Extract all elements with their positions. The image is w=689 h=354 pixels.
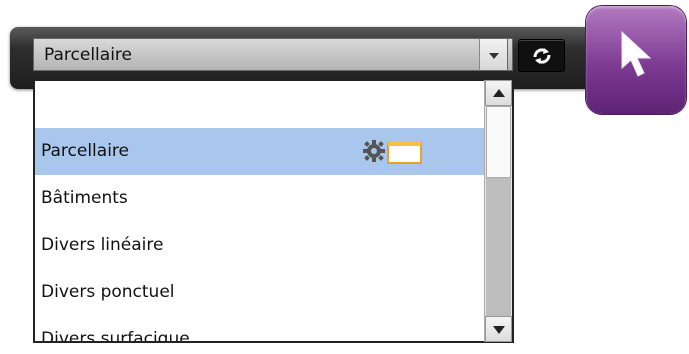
list-item-label: Divers linéaire: [41, 235, 164, 255]
list-item-label: Divers surfacique: [41, 329, 190, 343]
list-item-divers-surfacique[interactable]: Divers surfacique: [35, 316, 512, 343]
layer-action-button[interactable]: [518, 39, 565, 72]
folder-icon[interactable]: [387, 140, 423, 164]
list-item-divers-lineaire[interactable]: Divers linéaire: [35, 222, 512, 269]
list-item-label: Divers ponctuel: [41, 282, 175, 302]
cursor-arrow-icon: [621, 30, 652, 77]
layer-combo-value: Parcellaire: [44, 45, 132, 65]
scroll-up-button[interactable]: [485, 80, 512, 106]
refresh-layer-icon: [533, 48, 551, 64]
scroll-down-button[interactable]: [485, 316, 512, 342]
list-item-batiments[interactable]: Bâtiments: [35, 175, 512, 222]
scroll-track[interactable]: [486, 178, 511, 316]
layer-dropdown-list: Parcellaire Bâtiments Divers linéaire Di…: [33, 79, 514, 343]
dropdown-scrollbar[interactable]: [484, 80, 512, 342]
list-item-blank[interactable]: [35, 81, 512, 128]
scroll-thumb[interactable]: [486, 106, 511, 178]
list-item-parcellaire[interactable]: Parcellaire: [35, 128, 512, 175]
pointer-tool-button[interactable]: [586, 6, 686, 114]
list-item-label: Parcellaire: [41, 141, 129, 161]
layer-combo-dropdown-button[interactable]: [479, 38, 508, 71]
layer-combo[interactable]: Parcellaire: [33, 38, 513, 71]
list-item-divers-ponctuel[interactable]: Divers ponctuel: [35, 269, 512, 316]
list-item-label: Bâtiments: [41, 188, 128, 208]
gear-icon[interactable]: [363, 140, 385, 162]
